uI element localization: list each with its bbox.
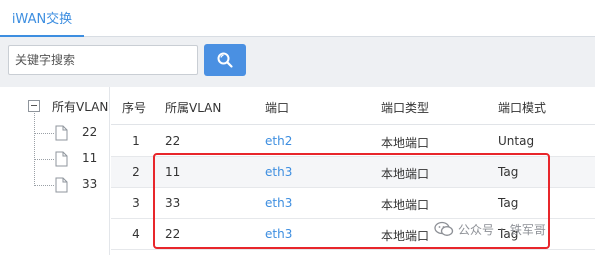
cell-index: 2 <box>132 165 140 179</box>
file-icon <box>55 151 68 167</box>
column-header-port[interactable]: 端口 <box>265 99 289 116</box>
tree-branch <box>34 185 54 186</box>
cell-port-mode: Tag <box>498 196 519 210</box>
watermark: 公众号 · 铁军哥 <box>434 220 546 238</box>
search-toolbar <box>0 37 595 87</box>
tree-branch <box>34 133 54 134</box>
cell-port-link[interactable]: eth3 <box>265 165 292 179</box>
cell-port-mode: Untag <box>498 134 535 148</box>
table-row[interactable]: 1 22 eth2 本地端口 Untag <box>111 126 595 157</box>
cell-index: 4 <box>132 227 140 241</box>
cell-port-type: 本地端口 <box>381 136 430 150</box>
search-input[interactable] <box>8 45 198 75</box>
cell-index: 1 <box>132 134 140 148</box>
tab-bar: iWAN交换 <box>0 0 595 37</box>
tree-item-vlan-11[interactable]: 11 <box>34 151 110 167</box>
collapse-icon[interactable] <box>28 100 40 112</box>
tab-iwan-switch[interactable]: iWAN交换 <box>0 0 84 37</box>
cell-port-link[interactable]: eth3 <box>265 227 292 241</box>
search-icon <box>217 52 233 68</box>
tree-item-label: 22 <box>82 125 98 139</box>
cell-port-link[interactable]: eth2 <box>265 134 292 148</box>
cell-vlan: 22 <box>165 227 181 241</box>
table-row[interactable]: 3 33 eth3 本地端口 Tag <box>111 188 595 219</box>
watermark-separator: · <box>500 222 504 236</box>
cell-port-mode: Tag <box>498 165 519 179</box>
cell-vlan: 33 <box>165 196 181 210</box>
column-header-index[interactable]: 序号 <box>122 99 146 116</box>
table-row[interactable]: 2 11 eth3 本地端口 Tag <box>111 157 595 188</box>
watermark-source: 公众号 <box>458 222 495 237</box>
file-icon <box>55 125 68 141</box>
tree-item-vlan-33[interactable]: 33 <box>34 177 110 193</box>
tree-item-label: 11 <box>82 151 98 165</box>
column-header-vlan[interactable]: 所属VLAN <box>165 99 221 116</box>
search-button[interactable] <box>204 44 246 76</box>
cell-port-type: 本地端口 <box>381 198 430 212</box>
tree-branch <box>34 159 54 160</box>
wechat-icon <box>434 221 454 236</box>
column-header-port-type[interactable]: 端口类型 <box>381 99 429 116</box>
tree-root-label[interactable]: 所有VLAN <box>52 98 108 115</box>
tree-connector <box>34 113 35 186</box>
cell-port-link[interactable]: eth3 <box>265 196 292 210</box>
table-header: 序号 所属VLAN 端口 端口类型 端口模式 <box>111 87 595 125</box>
cell-vlan: 11 <box>165 165 181 179</box>
cell-vlan: 22 <box>165 134 181 148</box>
column-header-port-mode[interactable]: 端口模式 <box>498 99 546 116</box>
tree-item-vlan-22[interactable]: 22 <box>34 125 110 141</box>
tree-item-label: 33 <box>82 177 98 191</box>
vlan-tree: 所有VLAN 22 11 33 <box>0 87 110 255</box>
cell-port-type: 本地端口 <box>381 229 430 243</box>
file-icon <box>55 177 68 193</box>
watermark-author: 铁军哥 <box>509 222 546 237</box>
cell-port-type: 本地端口 <box>381 167 430 181</box>
cell-index: 3 <box>132 196 140 210</box>
